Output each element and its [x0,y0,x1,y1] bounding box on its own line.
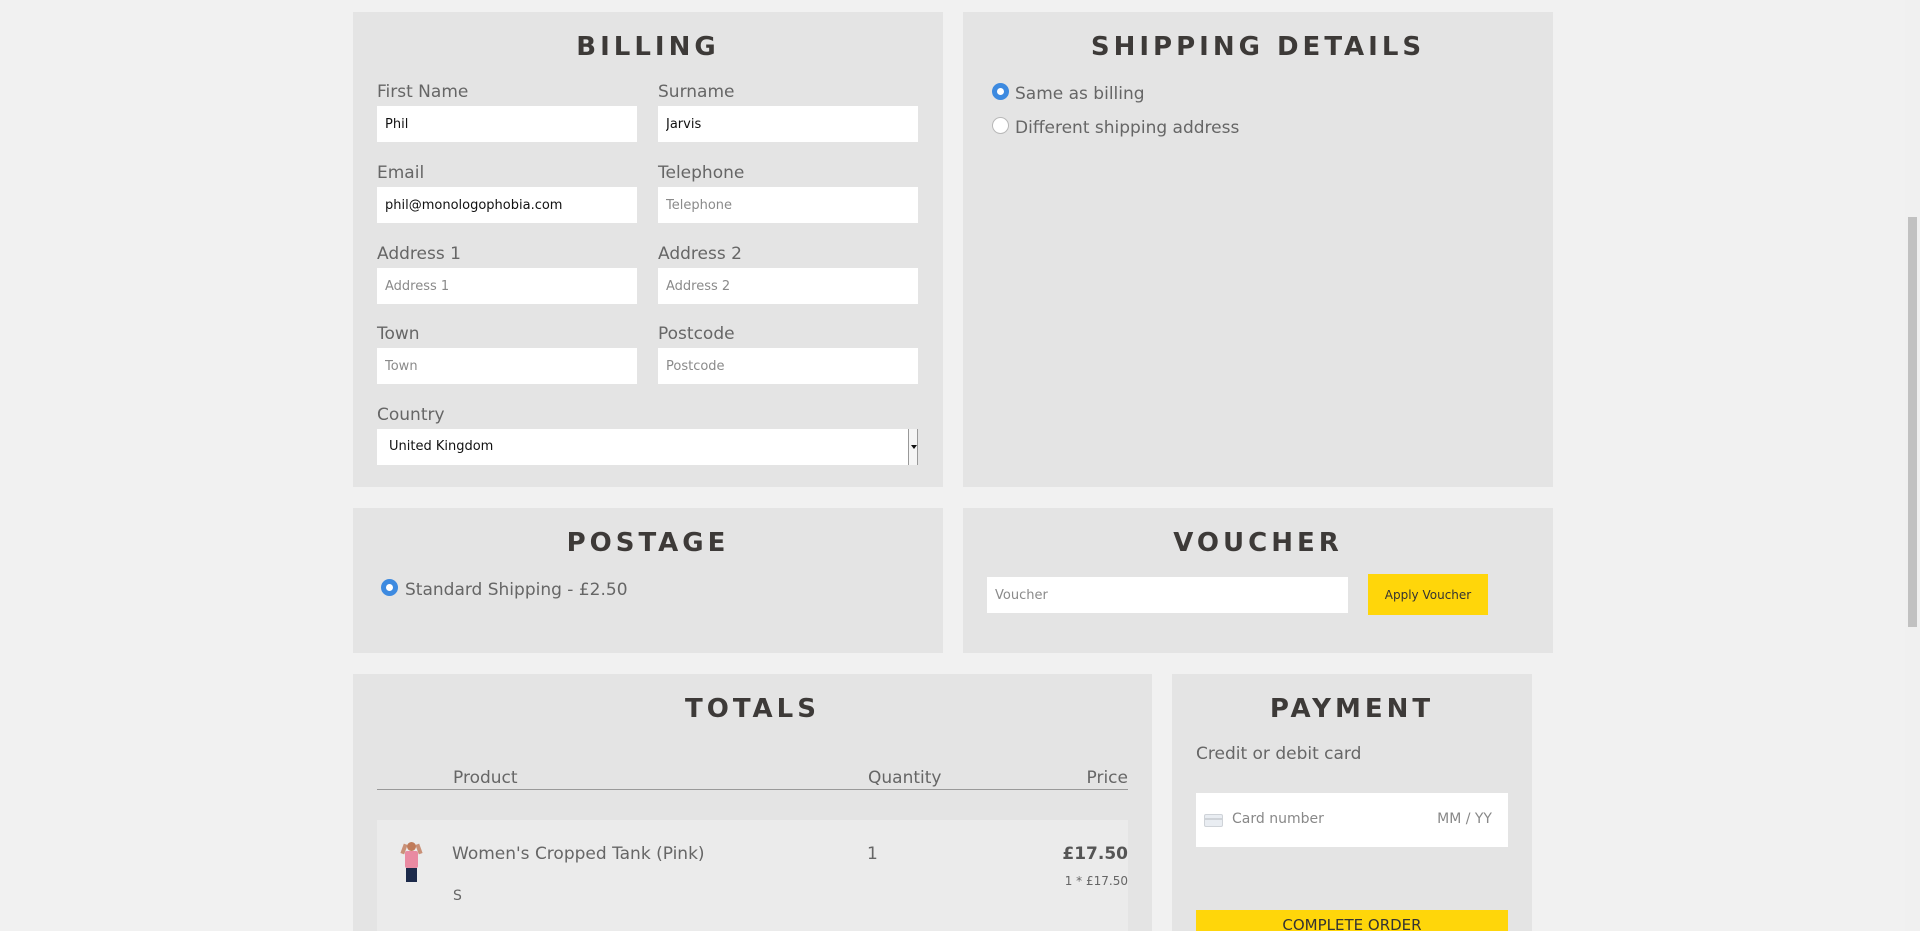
postcode-input[interactable] [658,348,918,384]
product-thumbnail [399,842,424,882]
different-address-label[interactable]: Different shipping address [1015,118,1239,138]
telephone-input[interactable] [658,187,918,223]
card-field[interactable]: Card number MM / YY [1196,793,1508,847]
voucher-panel: VOUCHER Apply Voucher [963,508,1553,653]
column-price: Price [1086,768,1128,788]
payment-title: PAYMENT [1269,694,1435,724]
billing-panel: BILLING First Name Surname Email Telepho… [353,12,943,487]
payment-panel: PAYMENT Credit or debit card Card number… [1172,674,1532,931]
surname-input[interactable] [658,106,918,142]
product-variant: S [453,888,462,904]
postcode-label: Postcode [658,324,735,344]
town-input[interactable] [377,348,637,384]
totals-panel: TOTALS Product Quantity Price Women's Cr… [353,674,1152,931]
same-as-billing-label[interactable]: Same as billing [1015,84,1145,104]
email-input[interactable] [377,187,637,223]
voucher-title: VOUCHER [1173,528,1343,558]
address1-label: Address 1 [377,244,461,264]
voucher-input[interactable] [987,577,1348,613]
scrollbar-thumb[interactable] [1908,217,1917,627]
address1-input[interactable] [377,268,637,304]
country-select[interactable]: United Kingdom [377,429,918,465]
column-quantity: Quantity [868,768,942,788]
payment-subtitle: Credit or debit card [1196,744,1362,764]
country-label: Country [377,405,445,425]
telephone-label: Telephone [658,163,745,183]
first-name-input[interactable] [377,106,637,142]
surname-label: Surname [658,82,735,102]
page-scrollbar[interactable] [1905,0,1920,931]
shipping-title: SHIPPING DETAILS [1090,32,1426,62]
expiry-placeholder[interactable]: MM / YY [1437,811,1492,827]
standard-shipping-label[interactable]: Standard Shipping - £2.50 [405,580,628,600]
address2-label: Address 2 [658,244,742,264]
billing-title: BILLING [576,32,720,62]
product-price: £17.50 [1062,844,1128,864]
address2-input[interactable] [658,268,918,304]
totals-title: TOTALS [685,694,820,724]
column-product: Product [453,768,518,788]
chevron-down-icon[interactable] [908,429,918,465]
town-label: Town [377,324,420,344]
totals-header-row: Product Quantity Price [377,768,1128,790]
complete-order-button[interactable]: COMPLETE ORDER [1196,910,1508,931]
first-name-label: First Name [377,82,469,102]
product-unit-calc: 1 * £17.50 [1064,874,1128,888]
apply-voucher-button[interactable]: Apply Voucher [1368,574,1488,615]
email-label: Email [377,163,425,183]
postage-title: POSTAGE [566,528,730,558]
product-name: Women's Cropped Tank (Pink) [452,844,705,864]
card-number-placeholder[interactable]: Card number [1232,811,1324,827]
standard-shipping-radio[interactable] [381,579,398,596]
same-as-billing-radio[interactable] [992,83,1009,100]
country-value: United Kingdom [389,439,494,454]
different-address-radio[interactable] [992,117,1009,134]
postage-panel: POSTAGE Standard Shipping - £2.50 [353,508,943,653]
product-quantity: 1 [867,844,878,864]
shipping-panel: SHIPPING DETAILS Same as billing Differe… [963,12,1553,487]
table-row: Women's Cropped Tank (Pink) S 1 £17.50 1… [377,820,1128,931]
credit-card-icon [1204,814,1223,827]
